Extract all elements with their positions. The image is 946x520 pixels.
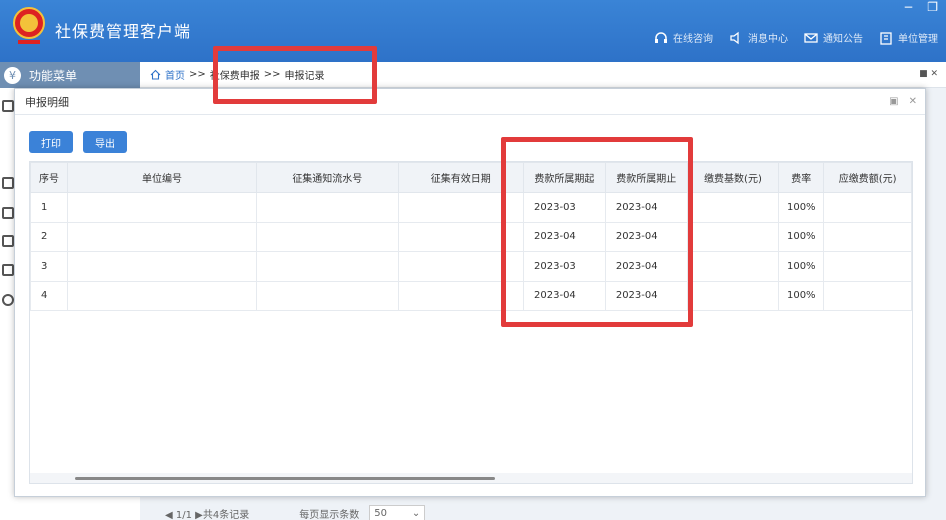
cell-base bbox=[686, 251, 780, 282]
menu-list-icon[interactable] bbox=[2, 207, 14, 219]
nav-online-consult[interactable]: 在线咨询 bbox=[654, 30, 713, 45]
export-button[interactable]: 导出 bbox=[83, 131, 127, 153]
nav-label: 单位管理 bbox=[898, 34, 938, 45]
cell-base bbox=[686, 221, 780, 252]
cell-notice-no bbox=[256, 251, 399, 282]
cell-unit-id bbox=[66, 280, 258, 311]
emblem-logo-icon bbox=[13, 7, 45, 44]
minimize-button[interactable]: − bbox=[903, 0, 913, 14]
column-header[interactable]: 缴费基数(元) bbox=[686, 162, 780, 193]
speaker-icon bbox=[730, 31, 739, 44]
cell-no: 3 bbox=[30, 251, 68, 282]
chevron-down-icon: ⌄ bbox=[411, 507, 421, 519]
annotation-highlight-breadcrumb bbox=[213, 46, 377, 104]
maximize-icon[interactable]: ▣ bbox=[889, 96, 898, 107]
breadcrumb-separator: >> bbox=[189, 69, 206, 80]
menu-title: 功能菜单 bbox=[29, 68, 78, 83]
menu-report-icon[interactable] bbox=[2, 177, 14, 189]
nav-notice[interactable]: 通知公告 bbox=[804, 30, 863, 45]
nav-label: 消息中心 bbox=[748, 34, 788, 45]
detail-table: 序号 单位编号 征集通知流水号 征集有效日期 费款所属期起 费款所属期止 缴费基… bbox=[29, 161, 913, 484]
app-title: 社保费管理客户端 bbox=[55, 22, 192, 41]
cell-notice-no bbox=[256, 192, 399, 223]
nav-unit-manage[interactable]: 单位管理 bbox=[879, 30, 938, 45]
per-page-label: 每页显示条数 bbox=[299, 509, 360, 520]
menu-doc-icon[interactable] bbox=[2, 100, 14, 112]
column-header[interactable]: 序号 bbox=[30, 162, 68, 193]
cell-unit-id bbox=[66, 251, 258, 282]
cell-rate: 100% bbox=[778, 280, 825, 311]
nav-label: 通知公告 bbox=[823, 34, 863, 45]
cell-amount bbox=[823, 280, 912, 311]
column-header[interactable]: 单位编号 bbox=[66, 162, 258, 193]
print-button[interactable]: 打印 bbox=[29, 131, 73, 153]
headset-icon bbox=[655, 31, 667, 43]
nav-message-center[interactable]: 消息中心 bbox=[729, 30, 788, 45]
cell-rate: 100% bbox=[778, 251, 825, 282]
column-header[interactable]: 费率 bbox=[778, 162, 825, 193]
cell-notice-no bbox=[256, 221, 399, 252]
table-header-row: 序号 单位编号 征集通知流水号 征集有效日期 费款所属期起 费款所属期止 缴费基… bbox=[30, 162, 912, 193]
declaration-detail-dialog: 申报明细 ▣ ✕ 打印 导出 序号 单位编号 征集通知流水号 征集有效日期 费款… bbox=[14, 88, 926, 497]
app-header: 社保费管理客户端 − ❐ 在线咨询 消息中心 通知公告 单位管理 bbox=[0, 0, 946, 62]
column-header[interactable]: 应缴费额(元) bbox=[823, 162, 912, 193]
table-row[interactable]: 2 2023-04 2023-04 100% bbox=[30, 221, 912, 252]
breadcrumb-home[interactable]: 首页 bbox=[165, 67, 185, 82]
cell-amount bbox=[823, 221, 912, 252]
per-page-value: 50 bbox=[374, 507, 387, 519]
cell-base bbox=[686, 192, 780, 223]
pager-info[interactable]: ◀ 1/1 ▶共4条记录 bbox=[165, 506, 249, 520]
cell-no: 2 bbox=[30, 221, 68, 252]
maximize-button[interactable]: ❐ bbox=[927, 0, 938, 14]
dialog-title: 申报明细 bbox=[25, 95, 69, 109]
cell-notice-no bbox=[256, 280, 399, 311]
home-icon bbox=[150, 69, 161, 80]
building-icon bbox=[880, 31, 892, 45]
annotation-highlight-period bbox=[501, 137, 693, 327]
horizontal-scrollbar[interactable] bbox=[30, 473, 912, 483]
cell-rate: 100% bbox=[778, 221, 825, 252]
close-icon[interactable]: ✕ bbox=[909, 96, 917, 107]
table-row[interactable]: 1 2023-03 2023-04 100% bbox=[30, 192, 912, 223]
per-page-select[interactable]: 50 ⌄ bbox=[369, 505, 426, 520]
yen-icon: ¥ bbox=[4, 66, 21, 84]
cell-base bbox=[686, 280, 780, 311]
cell-rate: 100% bbox=[778, 192, 825, 223]
cell-unit-id bbox=[66, 192, 258, 223]
mail-icon bbox=[804, 32, 818, 43]
cell-no: 1 bbox=[30, 192, 68, 223]
menu-chart-icon[interactable] bbox=[2, 264, 14, 276]
panel-controls-icon[interactable]: ■ ✕ bbox=[919, 69, 938, 79]
menu-table-icon[interactable] bbox=[2, 235, 14, 247]
menu-gear-icon[interactable] bbox=[2, 294, 14, 306]
table-row[interactable]: 3 2023-03 2023-04 100% bbox=[30, 251, 912, 282]
cell-unit-id bbox=[66, 221, 258, 252]
cell-amount bbox=[823, 251, 912, 282]
scrollbar-thumb[interactable] bbox=[75, 477, 495, 480]
table-row[interactable]: 4 2023-04 2023-04 100% bbox=[30, 280, 912, 311]
cell-no: 4 bbox=[30, 280, 68, 311]
cell-amount bbox=[823, 192, 912, 223]
pagination: ◀ 1/1 ▶共4条记录 每页显示条数 50 ⌄ bbox=[165, 505, 426, 520]
column-header[interactable]: 征集通知流水号 bbox=[256, 162, 399, 193]
nav-label: 在线咨询 bbox=[673, 34, 713, 45]
menu-header[interactable]: ¥ 功能菜单 bbox=[0, 62, 140, 88]
